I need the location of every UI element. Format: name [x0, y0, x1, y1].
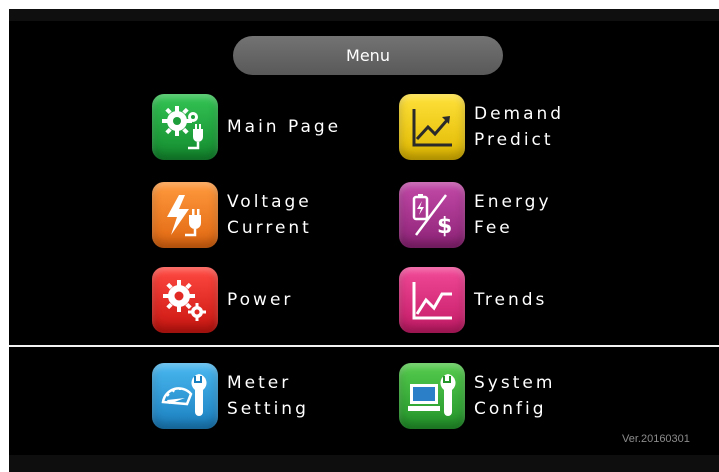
demand-predict-button[interactable]: Demand Predict [399, 94, 564, 160]
svg-text:$: $ [437, 214, 452, 239]
menu-title: Menu [233, 36, 503, 75]
top-strip [9, 9, 719, 21]
power-label: Power [227, 290, 294, 310]
meter-wrench-icon [152, 363, 218, 429]
gears-plug-icon [152, 94, 218, 160]
voltage-label: Voltage [227, 192, 312, 212]
lightning-plug-icon [152, 182, 218, 248]
current-label: Current [227, 218, 312, 238]
version-label: Ver.20160301 [622, 433, 690, 445]
monitor-wrench-icon [399, 363, 465, 429]
fee-label: Fee [474, 218, 513, 238]
predict-label: Predict [474, 130, 554, 150]
rising-chart-icon [399, 94, 465, 160]
meter-label: Meter [227, 373, 292, 393]
voltage-current-button[interactable]: Voltage Current [152, 182, 312, 248]
trends-button[interactable]: Trends [399, 267, 547, 333]
main-page-button[interactable]: Main Page [152, 94, 341, 160]
trend-chart-icon [399, 267, 465, 333]
system-label: System [474, 373, 556, 393]
gears-icon [152, 267, 218, 333]
meter-setting-button[interactable]: Meter Setting [152, 363, 309, 429]
main-page-label: Main Page [227, 117, 342, 137]
frame-top-border [0, 0, 719, 9]
energy-fee-button[interactable]: $ Energy Fee [399, 182, 552, 248]
demand-label: Demand [474, 104, 565, 124]
energy-label: Energy [474, 192, 552, 212]
section-divider [9, 345, 719, 347]
config-label: Config [474, 399, 547, 419]
setting-label: Setting [227, 399, 309, 419]
bottom-strip [9, 455, 719, 472]
battery-dollar-icon: $ [399, 182, 465, 248]
power-button[interactable]: Power [152, 267, 293, 333]
trends-label: Trends [474, 290, 548, 310]
hmi-screen: Menu Main Page Demand Predict Voltage Cu… [9, 9, 719, 472]
system-config-button[interactable]: System Config [399, 363, 555, 429]
